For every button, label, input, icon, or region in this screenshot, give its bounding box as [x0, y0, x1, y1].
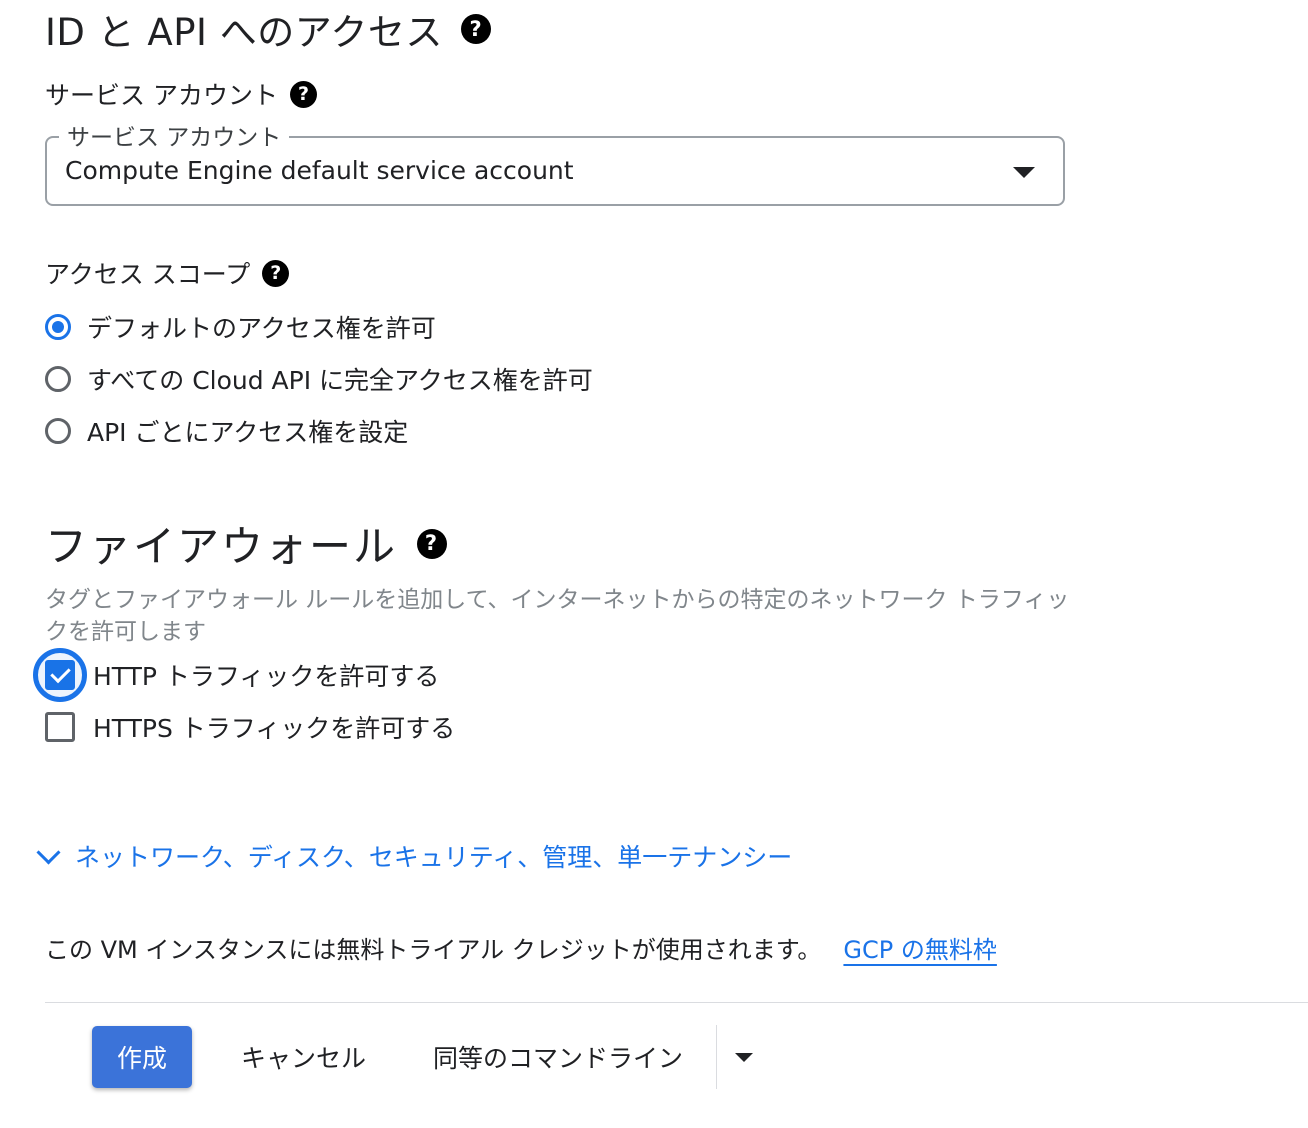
access-scope-option-default[interactable]: デフォルトのアクセス権を許可: [45, 309, 436, 345]
access-scope-label: アクセス スコープ ?: [45, 255, 290, 291]
advanced-options-link[interactable]: ネットワーク、ディスク、セキュリティ、管理、単一テナンシー: [36, 838, 793, 874]
free-trial-note: この VM インスタンスには無料トライアル クレジットが使用されます。 GCP …: [45, 930, 997, 965]
advanced-options-label: ネットワーク、ディスク、セキュリティ、管理、単一テナンシー: [75, 843, 793, 872]
firewall-title: ファイアウォール: [45, 522, 398, 571]
dropdown-arrow-icon[interactable]: [735, 1053, 753, 1062]
help-icon[interactable]: ?: [262, 259, 290, 287]
cancel-button[interactable]: キャンセル: [241, 1026, 366, 1088]
firewall-heading: ファイアウォール ?: [45, 513, 448, 574]
radio-button-checked[interactable]: [45, 314, 71, 340]
identity-api-title: ID と API へのアクセス: [45, 11, 443, 54]
create-button[interactable]: 作成: [92, 1026, 192, 1088]
access-scope-option-label: API ごとにアクセス権を設定: [87, 418, 409, 447]
access-scope-label-text: アクセス スコープ: [45, 260, 251, 289]
access-scope-option-label: デフォルトのアクセス権を許可: [87, 314, 436, 343]
free-tier-link[interactable]: GCP の無料枠: [843, 930, 996, 965]
https-label: HTTPS トラフィックを許可する: [93, 714, 456, 743]
free-trial-text: この VM インスタンスには無料トライアル クレジットが使用されます。: [45, 936, 822, 964]
access-scope-option-full[interactable]: すべての Cloud API に完全アクセス権を許可: [45, 361, 593, 397]
access-scope-option-per-api[interactable]: API ごとにアクセス権を設定: [45, 413, 408, 449]
dropdown-arrow-icon: [1013, 167, 1035, 178]
service-account-select-legend: サービス アカウント: [59, 118, 290, 152]
allow-https-option[interactable]: HTTPS トラフィックを許可する: [45, 709, 455, 745]
allow-http-option[interactable]: HTTP トラフィックを許可する: [33, 648, 440, 702]
firewall-description: タグとファイアウォール ルールを追加して、インターネットからの特定のネットワーク…: [45, 587, 1070, 645]
radio-button[interactable]: [45, 418, 71, 444]
command-line-button[interactable]: 同等のコマンドライン: [433, 1026, 683, 1088]
help-icon[interactable]: ?: [289, 80, 317, 108]
service-account-label-text: サービス アカウント: [45, 81, 278, 110]
help-icon[interactable]: ?: [460, 14, 491, 44]
service-account-select[interactable]: サービス アカウント Compute Engine default servic…: [45, 118, 1065, 206]
chevron-down-icon: [36, 839, 61, 865]
focus-ring: [33, 648, 87, 702]
vm-create-form: ID と API へのアクセス ? サービス アカウント ? サービス アカウン…: [0, 0, 1308, 1128]
http-label: HTTP トラフィックを許可する: [93, 662, 440, 691]
https-checkbox[interactable]: [45, 712, 75, 742]
divider: [45, 1002, 1308, 1003]
help-icon[interactable]: ?: [417, 528, 448, 559]
access-scope-option-label: すべての Cloud API に完全アクセス権を許可: [87, 366, 593, 395]
service-account-label: サービス アカウント ?: [45, 76, 317, 112]
identity-api-heading: ID と API へのアクセス ?: [45, 2, 491, 56]
http-checkbox[interactable]: [33, 648, 87, 702]
button-separator: [716, 1025, 717, 1089]
service-account-select-value: Compute Engine default service account: [65, 156, 574, 185]
radio-button[interactable]: [45, 366, 71, 392]
